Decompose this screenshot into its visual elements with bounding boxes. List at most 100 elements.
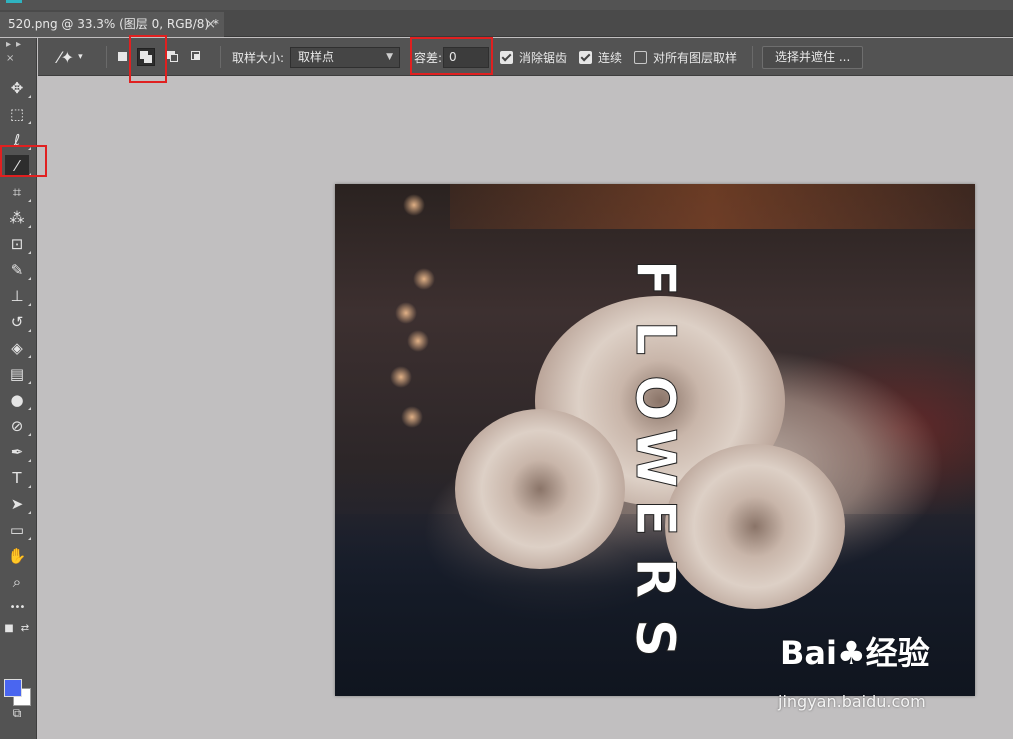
arrow-icon: ➤ [10, 495, 24, 513]
flowers-text-selection[interactable]: FLOWERS [624, 248, 688, 668]
checkbox-checked-icon [500, 50, 513, 64]
watermark-brand: Bai♣经验 [780, 634, 930, 672]
rectangle-icon: ▭ [9, 521, 25, 539]
rose-left [455, 409, 625, 569]
tolerance-label: 容差: [414, 50, 443, 65]
bokeh-light [403, 194, 425, 216]
lasso-tool[interactable]: ℓ [5, 129, 31, 151]
flowers-letter: O [624, 375, 688, 422]
shape-tool[interactable]: ▭ [5, 519, 31, 541]
document-tab-title: 520.png @ 33.3% (图层 0, RGB/8) * [8, 17, 219, 31]
marquee-tool[interactable]: ⬚ [5, 103, 31, 125]
lasso-icon: ℓ [13, 131, 21, 149]
gradient-icon: ▤ [9, 365, 25, 383]
sample-size-value: 取样点 [298, 50, 335, 64]
sample-all-layers-checkbox[interactable]: 对所有图层取样 [634, 38, 737, 76]
chevron-down-icon: ▾ [78, 52, 83, 62]
bokeh-light [390, 366, 412, 388]
eyedropper-icon: ⁂ [9, 209, 25, 227]
zoom-tool[interactable]: ⌕ [5, 571, 29, 593]
flowers-letter: L [624, 320, 688, 356]
hand-tool[interactable]: ✋ [5, 545, 29, 567]
tolerance-input[interactable]: 0 [443, 47, 489, 68]
screen-mode-icon[interactable]: ⧉ [5, 702, 29, 724]
background-shelf [450, 184, 975, 229]
tool-group-indicator [28, 277, 31, 280]
tool-group-indicator [28, 355, 31, 358]
sample-all-layers-label: 对所有图层取样 [653, 50, 738, 65]
canvas-image[interactable]: FLOWERS [335, 184, 975, 696]
dodge-tool[interactable]: ⊘ [5, 415, 31, 437]
checkbox-checked-icon [579, 50, 592, 64]
path-select-tool[interactable]: ➤ [5, 493, 31, 515]
divider [752, 46, 753, 68]
stamp-tool[interactable]: ⊥ [5, 285, 31, 307]
type-icon: T [12, 469, 22, 487]
brush-tool[interactable]: ✎ [5, 259, 31, 281]
checkbox-unchecked-icon [634, 50, 647, 64]
clone-stamp-icon: ⊥ [10, 287, 24, 305]
foreground-color-swatch[interactable] [4, 679, 22, 697]
watermark-url: jingyan.baidu.com [778, 692, 926, 711]
contiguous-checkbox[interactable]: 连续 [579, 38, 622, 76]
magic-wand-tool[interactable]: ⁄ [5, 155, 31, 177]
tool-group-indicator [28, 433, 31, 436]
subtract-from-selection-button[interactable] [164, 48, 182, 66]
healing-tool[interactable]: ⊡ [5, 233, 31, 255]
hand-icon: ✋ [7, 547, 27, 565]
move-tool[interactable]: ✥ [5, 77, 31, 99]
photoshop-window: 520.png @ 33.3% (图层 0, RGB/8) * × ▸▸ × ✥… [0, 0, 1013, 739]
rectangular-marquee-icon: ⬚ [9, 105, 25, 123]
anti-alias-checkbox[interactable]: 消除锯齿 [500, 38, 567, 76]
pen-icon: ✒ [10, 443, 24, 461]
sample-size-select[interactable]: 取样点 ▼ [290, 47, 400, 68]
divider [220, 46, 221, 68]
app-logo-accent [6, 0, 22, 3]
tool-group-indicator [28, 173, 31, 176]
contiguous-label: 连续 [598, 50, 623, 65]
swap-colors-icon[interactable]: ⇄ [19, 624, 31, 634]
magic-wand-icon: ⁄ [15, 157, 19, 175]
sample-size-label: 取样大小: [232, 50, 285, 65]
options-bar: ⁄✦ ▾ 取样大小: 取样点 ▼ 容差: 0 消除锯齿 连续 对所有图层取样 选… [38, 38, 1013, 76]
tool-preset-picker[interactable]: ⁄✦ ▾ [58, 38, 83, 76]
tool-group-indicator [28, 147, 31, 150]
tool-group-indicator [28, 303, 31, 306]
chevron-down-icon: ▼ [386, 52, 393, 62]
gradient-tool[interactable]: ▤ [5, 363, 31, 385]
intersect-selection-button[interactable] [188, 48, 206, 66]
crop-tool[interactable]: ⌗ [5, 181, 31, 203]
tool-group-indicator [28, 251, 31, 254]
eraser-tool[interactable]: ◈ [5, 337, 31, 359]
bokeh-light [413, 268, 435, 290]
zoom-icon: ⌕ [12, 573, 22, 591]
document-tab-bar: 520.png @ 33.3% (图层 0, RGB/8) * × [0, 10, 1013, 37]
history-brush-tool[interactable]: ↺ [5, 311, 31, 333]
document-tab[interactable]: 520.png @ 33.3% (图层 0, RGB/8) * × [0, 12, 224, 37]
bokeh-light [407, 330, 429, 352]
anti-alias-label: 消除锯齿 [519, 50, 568, 65]
select-and-mask-button[interactable]: 选择并遮住 ... [762, 46, 864, 69]
tools-panel: ▸▸ × ✥⬚ℓ⁄⌗⁂⊡✎⊥↺◈▤●⊘✒T➤▭✋⌕••• ■ ⇄ ◫ ⧉ [0, 38, 37, 739]
default-colors-icon[interactable]: ■ [3, 624, 15, 634]
blur-tool[interactable]: ● [5, 389, 31, 411]
new-selection-button[interactable] [114, 48, 132, 66]
eraser-icon: ◈ [11, 339, 23, 357]
type-tool[interactable]: T [5, 467, 31, 489]
blur-icon: ● [10, 391, 24, 409]
bokeh-light [401, 406, 423, 428]
close-icon[interactable]: × [205, 12, 216, 37]
pen-tool[interactable]: ✒ [5, 441, 31, 463]
tools-panel-header[interactable]: ▸▸ × [0, 38, 37, 64]
eyedropper-tool[interactable]: ⁂ [5, 207, 31, 229]
healing-brush-icon: ⊡ [10, 235, 24, 253]
more-tools[interactable]: ••• [5, 597, 29, 619]
flowers-letter: W [624, 428, 688, 489]
flowers-letter: F [624, 259, 688, 297]
tool-group-indicator [28, 381, 31, 384]
add-to-selection-button[interactable] [137, 48, 155, 66]
intersect-selection-icon-2 [194, 54, 200, 60]
tool-group-indicator [28, 199, 31, 202]
dodge-icon: ⊘ [10, 417, 24, 435]
tool-group-indicator [28, 485, 31, 488]
